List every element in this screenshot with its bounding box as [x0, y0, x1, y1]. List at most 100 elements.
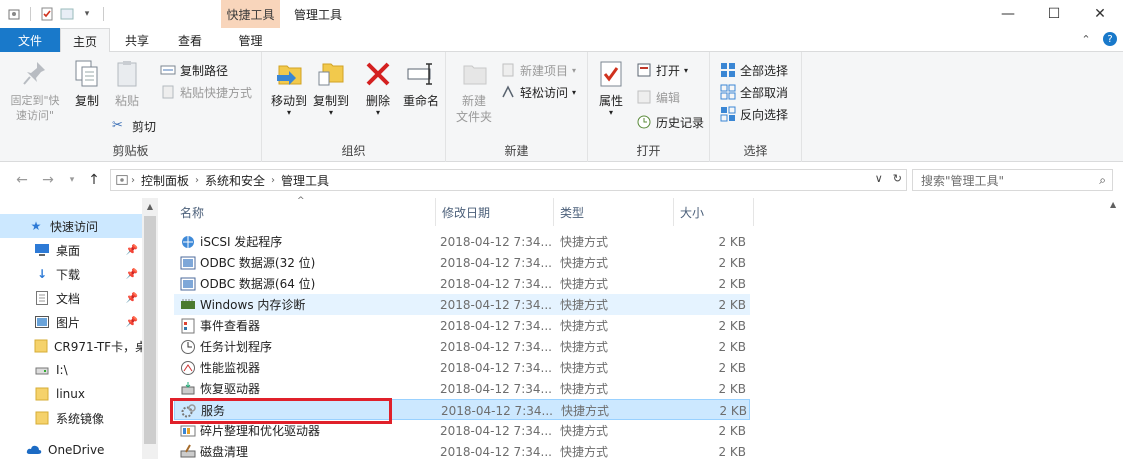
- file-type: 快捷方式: [560, 340, 609, 354]
- new-item-dropdown-icon: ▾: [572, 65, 577, 75]
- open-button[interactable]: 打开 ▾: [636, 60, 688, 80]
- nav-pictures[interactable]: 图片 📌: [0, 310, 142, 334]
- file-name: 碎片整理和优化驱动器: [200, 424, 321, 438]
- column-type[interactable]: 类型: [554, 198, 674, 226]
- address-bar[interactable]: › 控制面板 › 系统和安全 › 管理工具 ∨ ↻: [110, 169, 907, 191]
- nav-folder-cr971[interactable]: CR971-TF卡，桌: [0, 334, 142, 358]
- history-icon: [637, 115, 651, 129]
- scroll-up-arrow-icon[interactable]: ▲: [142, 198, 158, 214]
- copy-to-button[interactable]: 复制到 ▾: [310, 58, 352, 117]
- up-arrow-icon[interactable]: ↑: [86, 172, 102, 188]
- pin-quick-access-button[interactable]: 固定到"快速访问": [6, 58, 64, 123]
- open-group: 属性 ▾ 打开 ▾ 编辑 历史记录 打开: [588, 52, 710, 162]
- scroll-thumb[interactable]: [144, 216, 156, 444]
- file-date: 2018-04-12 7:34...: [440, 234, 552, 249]
- nav-quick-access[interactable]: ★ 快速访问: [0, 214, 142, 238]
- column-size[interactable]: 大小: [674, 198, 754, 226]
- file-row-disk-cleanup[interactable]: 磁盘清理 2018-04-12 7:34... 快捷方式 2 KB: [174, 441, 750, 459]
- nav-onedrive[interactable]: OneDrive: [0, 438, 142, 459]
- file-row-performance-monitor[interactable]: 性能监视器 2018-04-12 7:34... 快捷方式 2 KB: [174, 357, 750, 378]
- nav-documents[interactable]: 文档 📌: [0, 286, 142, 310]
- file-row-memory-diagnostic[interactable]: Windows 内存诊断 2018-04-12 7:34... 快捷方式 2 K…: [174, 294, 750, 315]
- file-row-odbc-32[interactable]: ODBC 数据源(32 位) 2018-04-12 7:34... 快捷方式 2…: [174, 252, 750, 273]
- breadcrumb-separator[interactable]: ›: [193, 175, 201, 186]
- delete-x-icon: [366, 62, 390, 86]
- address-dropdown-icon[interactable]: ∨: [875, 172, 883, 185]
- nav-drive-i[interactable]: I:\: [0, 358, 142, 382]
- copy-button[interactable]: 复制: [70, 58, 104, 109]
- copy-path-button[interactable]: 复制路径: [160, 60, 228, 80]
- easy-access-button[interactable]: 轻松访问 ▾: [500, 82, 576, 102]
- new-folder-quick-icon[interactable]: [59, 6, 75, 22]
- file-row-recovery-drive[interactable]: 恢复驱动器 2018-04-12 7:34... 快捷方式 2 KB: [174, 378, 750, 399]
- file-row-task-scheduler[interactable]: 任务计划程序 2018-04-12 7:34... 快捷方式 2 KB: [174, 336, 750, 357]
- file-size: 2 KB: [718, 360, 746, 375]
- breadcrumb-separator[interactable]: ›: [129, 175, 137, 186]
- nav-downloads[interactable]: ↓ 下载 📌: [0, 262, 142, 286]
- invert-selection-button[interactable]: 反向选择: [720, 104, 788, 124]
- tab-view[interactable]: 查看: [164, 28, 216, 52]
- customize-qat-icon[interactable]: ▾: [79, 6, 95, 22]
- ribbon: 固定到"快速访问" 复制 粘贴 复制路径 粘贴快捷方式 ✂ 剪切 剪贴板 移动到…: [0, 52, 1123, 162]
- column-name[interactable]: 名称: [174, 198, 436, 226]
- refresh-icon[interactable]: ↻: [893, 172, 902, 185]
- search-icon[interactable]: ⌕: [1099, 173, 1106, 188]
- close-button[interactable]: ✕: [1077, 0, 1123, 28]
- nav-scrollbar[interactable]: ▲: [142, 198, 158, 459]
- nav-folder-system-image[interactable]: 系统镜像: [0, 406, 142, 430]
- new-item-button[interactable]: 新建项目 ▾: [500, 60, 576, 80]
- scroll-up-arrow-icon[interactable]: ▲: [1110, 200, 1116, 209]
- pin-icon[interactable]: 📌: [126, 317, 138, 328]
- nav-desktop[interactable]: 桌面 📌: [0, 238, 142, 262]
- breadcrumb-system-security[interactable]: 系统和安全: [201, 172, 269, 189]
- column-date-modified[interactable]: 修改日期: [436, 198, 554, 226]
- window-system-icon[interactable]: [6, 6, 22, 22]
- pin-icon[interactable]: 📌: [126, 269, 138, 280]
- back-arrow-icon[interactable]: ←: [14, 172, 30, 188]
- recent-locations-icon[interactable]: ▾: [64, 172, 80, 188]
- file-type: 快捷方式: [560, 361, 609, 375]
- delete-button[interactable]: 删除 ▾: [360, 58, 396, 117]
- cut-button[interactable]: ✂ 剪切: [112, 116, 156, 136]
- tab-manage[interactable]: 管理: [221, 28, 280, 52]
- search-placeholder: 搜索"管理工具": [921, 173, 1005, 188]
- breadcrumb-admin-tools[interactable]: 管理工具: [277, 172, 333, 189]
- content-scrollbar[interactable]: ▲: [1107, 198, 1123, 459]
- tab-home[interactable]: 主页: [60, 28, 110, 53]
- properties-quick-icon[interactable]: [39, 6, 55, 22]
- select-none-button[interactable]: 全部取消: [720, 82, 788, 102]
- properties-button[interactable]: 属性 ▾: [594, 58, 628, 117]
- nav-folder-linux[interactable]: linux: [0, 382, 142, 406]
- paste-shortcut-button[interactable]: 粘贴快捷方式: [160, 82, 252, 102]
- breadcrumb-separator[interactable]: ›: [269, 175, 277, 186]
- file-row-iscsi[interactable]: iSCSI 发起程序 2018-04-12 7:34... 快捷方式 2 KB: [174, 231, 750, 252]
- file-row-event-viewer[interactable]: 事件查看器 2018-04-12 7:34... 快捷方式 2 KB: [174, 315, 750, 336]
- rename-button[interactable]: 重命名: [400, 58, 442, 109]
- paste-button[interactable]: 粘贴: [110, 58, 144, 109]
- maximize-button[interactable]: ☐: [1031, 0, 1077, 28]
- minimize-button[interactable]: —: [985, 0, 1031, 28]
- breadcrumb-control-panel[interactable]: 控制面板: [137, 172, 193, 189]
- download-icon: ↓: [36, 267, 48, 281]
- nav-documents-label: 文档: [56, 291, 81, 306]
- select-all-button[interactable]: 全部选择: [720, 60, 788, 80]
- new-folder-button[interactable]: 新建 文件夹: [452, 58, 496, 125]
- edit-button[interactable]: 编辑: [636, 87, 680, 107]
- collapse-ribbon-icon[interactable]: ⌃: [1079, 32, 1093, 46]
- pin-icon[interactable]: 📌: [126, 245, 138, 256]
- tab-file[interactable]: 文件: [0, 28, 60, 52]
- search-box[interactable]: 搜索"管理工具" ⌕: [912, 169, 1113, 191]
- file-type: 快捷方式: [561, 404, 610, 418]
- help-icon[interactable]: ?: [1103, 32, 1117, 46]
- forward-arrow-icon[interactable]: →: [40, 172, 56, 188]
- file-name: Windows 内存诊断: [200, 298, 306, 312]
- copy-to-icon: [318, 63, 344, 86]
- tab-share[interactable]: 共享: [112, 28, 162, 52]
- recovery-drive-icon: [181, 381, 195, 394]
- file-row-odbc-64[interactable]: ODBC 数据源(64 位) 2018-04-12 7:34... 快捷方式 2…: [174, 273, 750, 294]
- file-type: 快捷方式: [560, 382, 609, 396]
- file-date: 2018-04-12 7:34...: [440, 318, 552, 333]
- history-button[interactable]: 历史记录: [636, 112, 704, 132]
- pin-icon[interactable]: 📌: [126, 293, 138, 304]
- move-to-button[interactable]: 移动到 ▾: [268, 58, 310, 117]
